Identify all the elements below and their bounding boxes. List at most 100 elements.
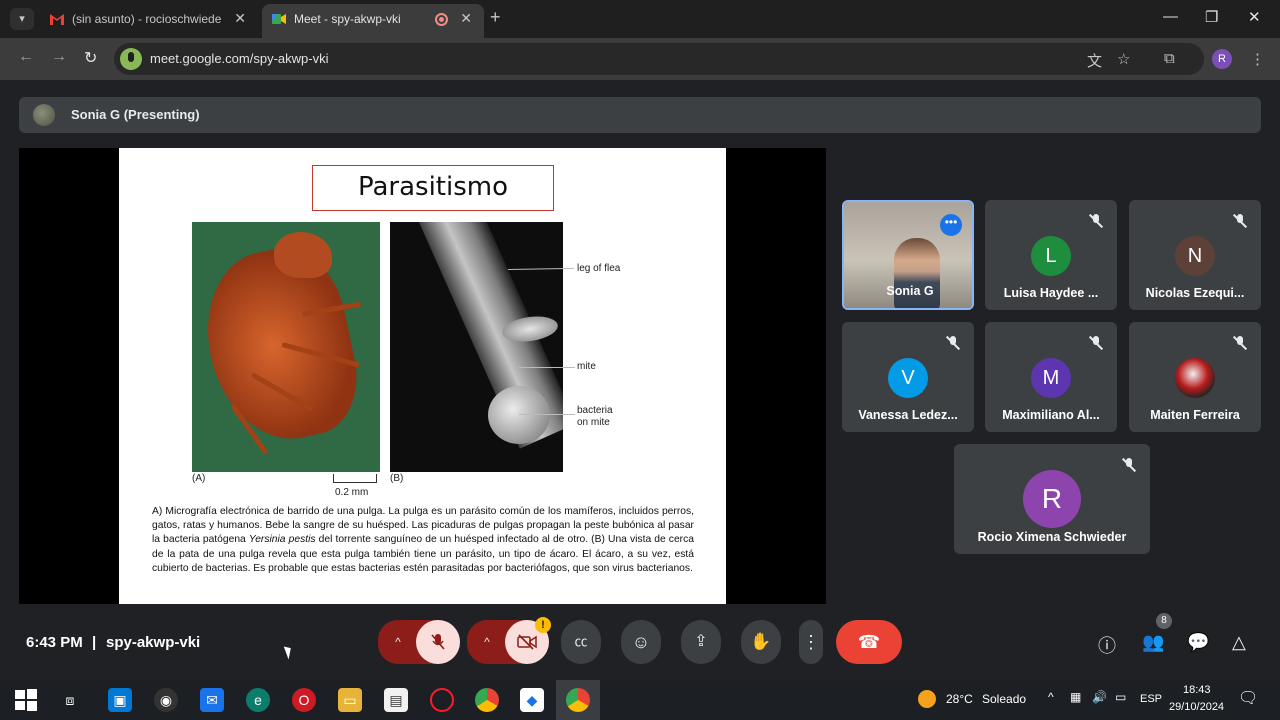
mic-off-icon xyxy=(1089,214,1103,228)
taskbar-clock-time[interactable]: 18:43 xyxy=(1183,684,1211,696)
mic-off-icon xyxy=(946,336,960,350)
screen-recorder-icon[interactable]: ◉ xyxy=(154,688,178,712)
participant-tile-rocio[interactable]: R Rocio Ximena Schwieder xyxy=(954,444,1150,554)
task-view-icon[interactable]: ⧈ xyxy=(58,688,82,712)
participant-name: Sonia G xyxy=(886,284,934,298)
slide-title: Parasitismo xyxy=(357,172,509,202)
weather-sun-icon xyxy=(918,690,936,708)
gmail-icon xyxy=(50,14,64,25)
reload-icon[interactable]: ↻ xyxy=(84,48,97,68)
window-close-icon[interactable]: ✕ xyxy=(1248,8,1261,26)
scale-bar xyxy=(333,474,377,483)
participant-tile-luisa[interactable]: L Luisa Haydee ... xyxy=(985,200,1117,310)
minimize-icon[interactable]: — xyxy=(1163,8,1178,25)
restore-icon[interactable]: ❐ xyxy=(1205,8,1218,26)
back-arrow-icon[interactable]: ← xyxy=(18,48,34,66)
flea-leg-sem-image xyxy=(390,222,563,472)
participant-tile-maiten[interactable]: Maiten Ferreira xyxy=(1129,322,1261,432)
chrome-icon[interactable] xyxy=(475,688,499,712)
slide-caption: A) Micrografía electrónica de barrido de… xyxy=(152,506,694,574)
participant-tile-nicolas[interactable]: N Nicolas Ezequi... xyxy=(1129,200,1261,310)
volume-icon[interactable]: 🔊 xyxy=(1092,690,1107,704)
participant-photo-avatar xyxy=(1175,358,1215,398)
emoji-reaction-button[interactable]: ☺ xyxy=(621,620,661,664)
raise-hand-button[interactable]: ✋ xyxy=(741,620,781,664)
chrome-profile-icon[interactable] xyxy=(566,688,590,712)
chat-icon[interactable]: 💬 xyxy=(1187,632,1209,653)
tab-search-chevron-icon[interactable]: ▾ xyxy=(10,8,34,30)
opera-gx-icon[interactable] xyxy=(430,688,454,712)
captions-button[interactable]: ㏄ xyxy=(561,620,601,664)
mail-icon[interactable]: ✉ xyxy=(200,688,224,712)
browser-menu-icon[interactable]: ⋮ xyxy=(1250,50,1265,68)
people-icon[interactable]: 👥 xyxy=(1142,632,1164,653)
profile-avatar[interactable]: R xyxy=(1212,49,1232,69)
app-icon[interactable]: ◆ xyxy=(520,688,544,712)
callout-leg-of-flea: leg of flea xyxy=(577,263,621,274)
tab-close-icon[interactable]: ✕ xyxy=(460,10,472,27)
weather-description[interactable]: Soleado xyxy=(982,692,1026,706)
tab-gmail[interactable]: (sin asunto) - rocioschwieder@ ✕ xyxy=(40,4,258,38)
present-screen-button[interactable]: ⇪ xyxy=(681,620,721,664)
translate-icon[interactable]: 文 xyxy=(1087,50,1102,71)
tray-chevron-up-icon[interactable]: ^ xyxy=(1048,690,1054,704)
warning-badge-icon: ! xyxy=(535,617,551,633)
microphone-active-icon[interactable] xyxy=(120,48,142,70)
battery-icon[interactable]: ▭ xyxy=(1115,690,1126,704)
participant-avatar: L xyxy=(1031,236,1071,276)
participant-name: Rocio Ximena Schwieder xyxy=(977,530,1127,544)
notifications-icon[interactable]: 🗨 xyxy=(1238,688,1258,708)
file-explorer-icon[interactable]: ▭ xyxy=(338,688,362,712)
tab-title: (sin asunto) - rocioschwieder@ xyxy=(72,12,222,26)
camera-options-chevron-icon[interactable]: ^ xyxy=(467,620,507,664)
mic-toggle-button[interactable] xyxy=(416,620,460,664)
windows-start-icon[interactable] xyxy=(14,688,38,712)
meeting-info-icon[interactable]: ⓘ xyxy=(1098,632,1116,658)
presentation-stage[interactable]: Parasitismo leg of flea mite bacteria on… xyxy=(19,148,826,604)
recording-indicator-icon xyxy=(435,13,448,26)
tab-close-icon[interactable]: ✕ xyxy=(234,10,246,27)
new-tab-icon[interactable]: + xyxy=(490,7,501,28)
weather-temperature[interactable]: 28°C xyxy=(946,692,973,706)
meeting-time: 6:43 PM xyxy=(26,634,83,651)
participant-avatar: V xyxy=(888,358,928,398)
bookmark-star-icon[interactable]: ☆ xyxy=(1117,50,1130,68)
participant-name: Maximiliano Al... xyxy=(1002,408,1100,422)
taskbar-clock-date[interactable]: 29/10/2024 xyxy=(1169,701,1224,713)
camera-off-icon xyxy=(517,634,537,650)
keyboard-language[interactable]: ESP xyxy=(1140,693,1162,705)
participant-avatar: N xyxy=(1175,236,1215,276)
participant-avatar: R xyxy=(1023,470,1081,528)
flea-micrograph-image xyxy=(192,222,380,472)
forward-arrow-icon[interactable]: → xyxy=(51,48,67,66)
leave-call-button[interactable]: ☎ xyxy=(836,620,902,664)
address-bar[interactable]: meet.google.com/spy-akwp-vki xyxy=(114,43,1204,75)
store-icon[interactable]: ▣ xyxy=(108,688,132,712)
network-icon[interactable]: ▦ xyxy=(1070,690,1081,704)
edge-icon[interactable]: e xyxy=(246,688,270,712)
presenter-avatar xyxy=(33,104,55,126)
meet-icon xyxy=(272,14,286,24)
callout-mite: mite xyxy=(577,361,596,372)
participant-tile-vanessa[interactable]: V Vanessa Ledez... xyxy=(842,322,974,432)
more-options-icon[interactable]: ••• xyxy=(940,214,962,236)
mic-off-icon xyxy=(1233,336,1247,350)
mic-off-icon xyxy=(1233,214,1247,228)
presenter-banner: Sonia G (Presenting) xyxy=(19,97,1261,133)
notepad-icon[interactable]: ▤ xyxy=(384,688,408,712)
activities-icon[interactable]: △ xyxy=(1232,632,1246,653)
participant-tile-sonia[interactable]: ••• Sonia G xyxy=(842,200,974,310)
url-text: meet.google.com/spy-akwp-vki xyxy=(150,51,329,66)
mic-options-chevron-icon[interactable]: ^ xyxy=(378,620,418,664)
more-options-button[interactable]: ⋮ xyxy=(799,620,823,664)
participant-tile-maximiliano[interactable]: M Maximiliano Al... xyxy=(985,322,1117,432)
tab-meet[interactable]: Meet - spy-akwp-vki ✕ xyxy=(262,4,484,38)
people-count-badge: 8 xyxy=(1156,613,1172,629)
tab-title: Meet - spy-akwp-vki xyxy=(294,12,401,26)
callout-line xyxy=(519,367,575,368)
extensions-icon[interactable]: ⧉ xyxy=(1164,50,1175,67)
participant-name: Vanessa Ledez... xyxy=(858,408,958,422)
opera-icon[interactable]: O xyxy=(292,688,316,712)
meet-area: Sonia G (Presenting) Parasitismo leg of … xyxy=(0,80,1280,680)
callout-bacteria-on-mite: bacteria on mite xyxy=(577,405,613,428)
